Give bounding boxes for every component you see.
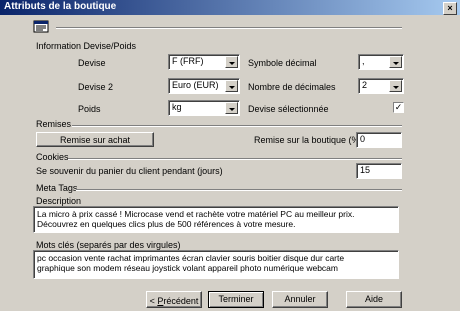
devise-select-value: F (FRF) (172, 56, 204, 66)
chevron-down-icon[interactable] (225, 102, 238, 114)
devise-label: Devise (78, 58, 106, 68)
cancel-button-label: Annuler (284, 294, 316, 304)
cookies-label: Se souvenir du panier du client pendant … (36, 166, 223, 176)
devise2-label: Devise 2 (78, 82, 114, 92)
keywords-text: pc occasion vente rachat imprimantes écr… (37, 253, 345, 273)
poids-select[interactable]: kg (168, 100, 240, 116)
devise2-select-value: Euro (EUR) (172, 80, 219, 90)
remise-sur-achat-button-label: Remise sur achat (59, 135, 131, 145)
decimales-select-value: 2 (362, 80, 368, 90)
help-button[interactable]: Aide (346, 291, 402, 308)
devise-select[interactable]: F (FRF) (168, 54, 240, 70)
close-button[interactable]: × (443, 2, 457, 15)
finish-button[interactable]: Terminer (208, 291, 264, 308)
section-meta-title: Meta Tags (36, 183, 78, 193)
help-button-label: Aide (364, 294, 383, 304)
devise-selectionnee-label: Devise sélectionnée (248, 104, 329, 114)
poids-label: Poids (78, 104, 101, 114)
description-textarea[interactable]: La micro à prix cassé ! Microcase vend e… (33, 206, 399, 233)
previous-button[interactable]: < Précédent (146, 291, 202, 308)
remise-boutique-input[interactable]: 0 (356, 132, 402, 148)
chevron-down-icon[interactable] (225, 56, 238, 68)
section-devise-title: Information Devise/Poids (36, 41, 137, 51)
chevron-down-icon[interactable] (389, 56, 402, 68)
decimales-select[interactable]: 2 (358, 78, 404, 94)
chevron-down-icon[interactable] (225, 80, 238, 92)
remise-sur-achat-button[interactable]: Remise sur achat (36, 132, 154, 147)
window-title: Attributs de la boutique (4, 1, 117, 12)
devise2-select[interactable]: Euro (EUR) (168, 78, 240, 94)
title-bar: Attributs de la boutique × (0, 0, 460, 15)
cancel-button[interactable]: Annuler (272, 291, 328, 308)
cookies-days-input-value: 15 (360, 165, 371, 175)
header-divider (56, 27, 402, 29)
decimales-label: Nombre de décimales (248, 82, 336, 92)
keywords-textarea[interactable]: pc occasion vente rachat imprimantes écr… (33, 250, 399, 279)
dialog-window: Attributs de la boutique × Information D… (0, 0, 460, 311)
section-cookies-title: Cookies (36, 152, 69, 162)
remise-boutique-input-value: 0 (360, 134, 366, 144)
devise-selectionnee-checkbox[interactable]: ✓ (393, 102, 404, 113)
meta-divider (76, 189, 402, 191)
remise-boutique-label: Remise sur la boutique (%) (254, 135, 363, 145)
symbole-label: Symbole décimal (248, 58, 317, 68)
cookies-days-input[interactable]: 15 (356, 163, 402, 179)
chevron-down-icon[interactable] (389, 80, 402, 92)
finish-button-label: Terminer (218, 294, 254, 304)
shop-icon (33, 18, 49, 34)
symbole-select-value: , (362, 56, 365, 66)
section-remises-title: Remises (36, 119, 72, 129)
remises-divider (72, 125, 402, 127)
keywords-label: Mots clés (separés par des virgules) (36, 240, 181, 250)
previous-button-label: < Précédent (149, 296, 199, 306)
cookies-divider (68, 158, 402, 160)
symbole-select[interactable]: , (358, 54, 404, 70)
description-label: Description (36, 196, 82, 206)
description-text: La micro à prix cassé ! Microcase vend e… (37, 209, 355, 229)
poids-select-value: kg (172, 102, 182, 112)
